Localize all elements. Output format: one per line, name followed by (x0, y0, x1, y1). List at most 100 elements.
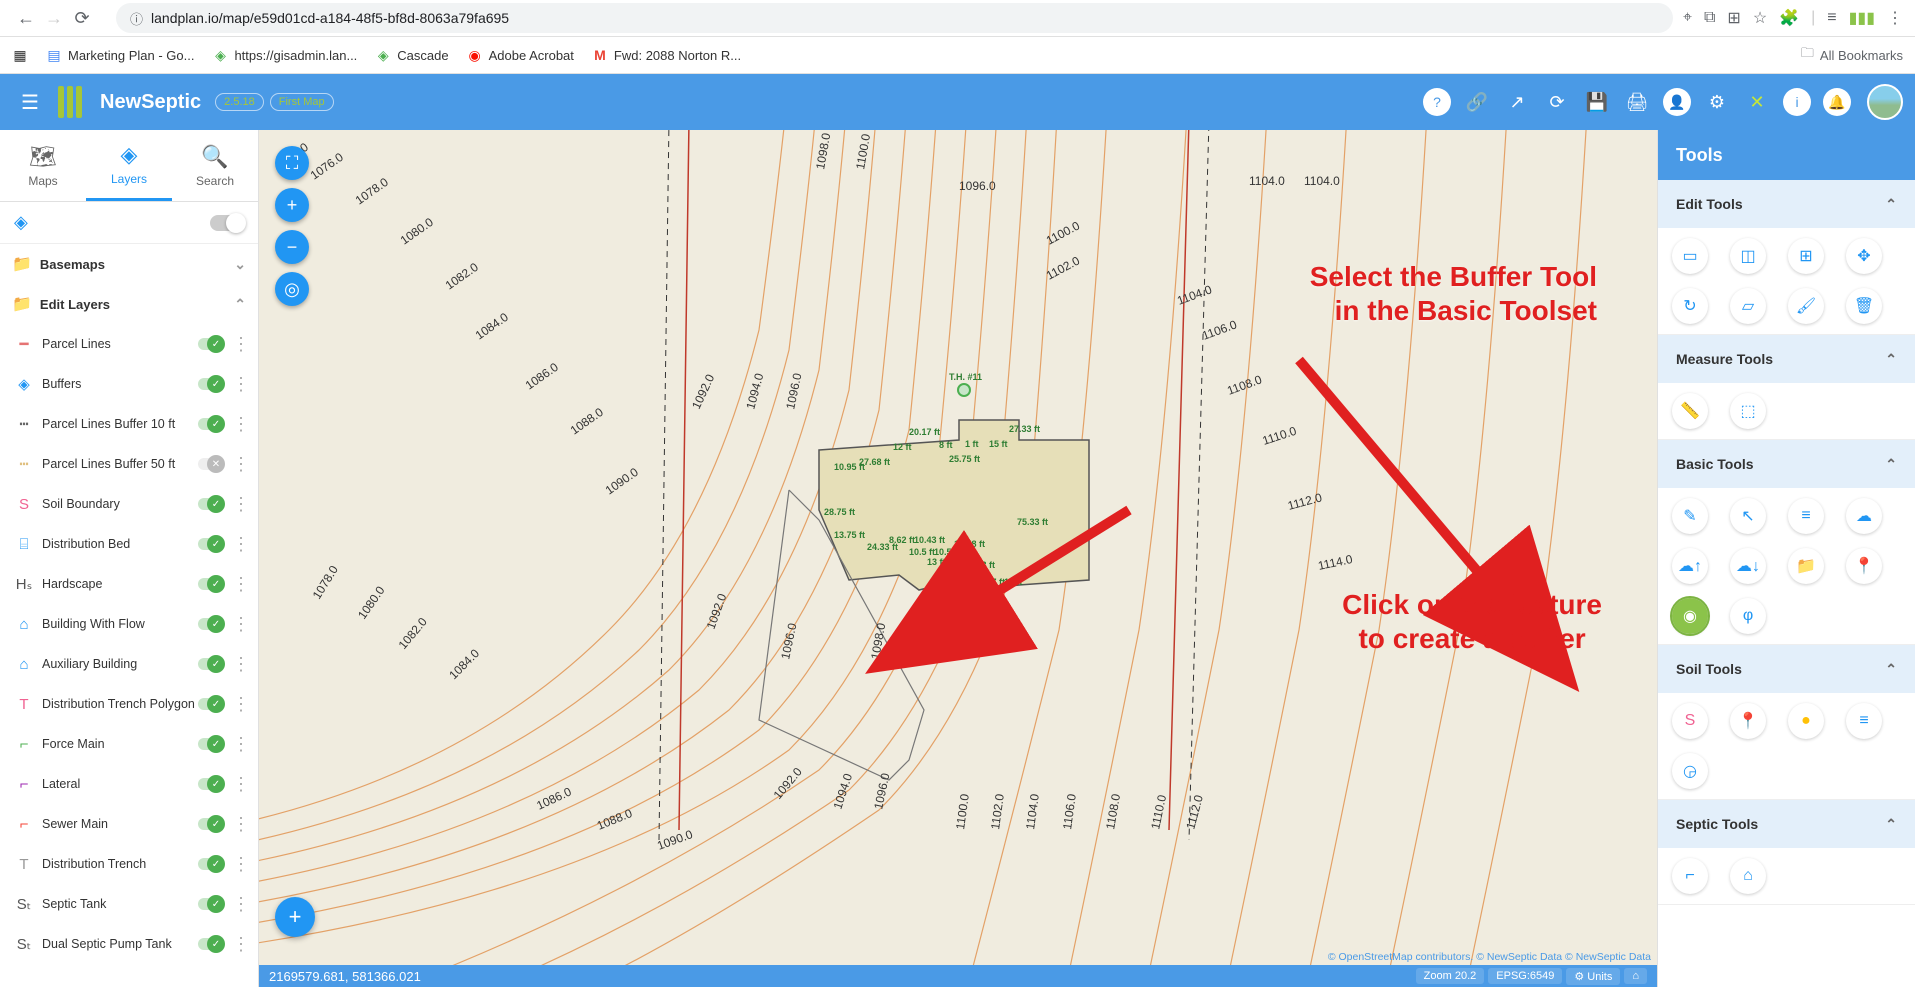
tab-layers[interactable]: ◈Layers (86, 130, 172, 201)
layer-toggle[interactable] (198, 378, 222, 390)
url-bar[interactable]: ⓘ landplan.io/map/e59d01cd-a184-48f5-bf8… (116, 3, 1673, 33)
measure-tools-header[interactable]: Measure Tools⌃ (1658, 335, 1915, 383)
epsg-readout[interactable]: EPSG:6549 (1488, 968, 1562, 984)
layer-item[interactable]: ┅ Parcel Lines Buffer 50 ft ⋮ (0, 444, 258, 484)
copy-tool[interactable]: ◫ (1730, 238, 1766, 274)
rotate-tool[interactable]: ↻ (1672, 288, 1708, 324)
open-external-icon[interactable]: ⧉ (1704, 9, 1715, 27)
accessibility-button[interactable]: 👤 (1663, 88, 1691, 116)
layer-toggle[interactable] (198, 698, 222, 710)
area-tool[interactable]: ⬚ (1730, 393, 1766, 429)
layer-toggle[interactable] (198, 938, 222, 950)
layer-item[interactable]: S Soil Boundary ⋮ (0, 484, 258, 524)
layer-menu-icon[interactable]: ⋮ (232, 815, 246, 833)
layer-menu-icon[interactable]: ⋮ (232, 935, 246, 953)
bookmark-star-icon[interactable]: ☆ (1753, 8, 1767, 28)
ext1-icon[interactable]: ≡ (1827, 9, 1836, 27)
print-button[interactable]: 🖨 (1617, 82, 1657, 122)
crop-tool[interactable]: ⊞ (1788, 238, 1824, 274)
bookmark-item[interactable]: ▤Marketing Plan - Go... (46, 47, 194, 63)
layer-item[interactable]: ━ Parcel Lines ⋮ (0, 324, 258, 364)
zoom-out-button[interactable]: − (275, 230, 309, 264)
apps-shortcut[interactable]: ▦ (12, 47, 28, 63)
layer-toggle[interactable] (198, 858, 222, 870)
info-button[interactable]: i (1783, 88, 1811, 116)
share-button[interactable]: ↗ (1497, 82, 1537, 122)
add-layer-button[interactable]: + (275, 897, 315, 937)
soil-list-tool[interactable]: ≡ (1846, 703, 1882, 739)
select-tool[interactable]: ▭ (1672, 238, 1708, 274)
bookmark-item[interactable]: ◈https://gisadmin.lan... (212, 47, 357, 63)
layer-menu-icon[interactable]: ⋮ (232, 335, 246, 353)
install-icon[interactable]: ⊞ (1727, 8, 1740, 28)
help-button[interactable]: ? (1423, 88, 1451, 116)
layer-item[interactable]: ⌐ Sewer Main ⋮ (0, 804, 258, 844)
edit-tools-header[interactable]: Edit Tools⌃ (1658, 180, 1915, 228)
ext2-icon[interactable]: ▮▮▮ (1849, 8, 1875, 28)
notifications-button[interactable]: 🔔 (1823, 88, 1851, 116)
layer-toggle[interactable] (198, 618, 222, 630)
home-button[interactable]: ⌂ (1624, 968, 1647, 984)
layer-group-basemaps[interactable]: 📁 Basemaps ⌄ (0, 244, 258, 284)
locate-button[interactable]: ◎ (275, 272, 309, 306)
layer-item[interactable]: ◈ Buffers ⋮ (0, 364, 258, 404)
cursor-tool[interactable]: ↖ (1730, 498, 1766, 534)
location-icon[interactable]: ⌖ (1683, 9, 1692, 27)
bookmark-item[interactable]: ◈Cascade (375, 47, 448, 63)
layer-menu-icon[interactable]: ⋮ (232, 375, 246, 393)
septic-tools-header[interactable]: Septic Tools⌃ (1658, 800, 1915, 848)
reload-button[interactable]: ⟳ (68, 4, 96, 32)
soil-3d-tool[interactable]: ◶ (1672, 753, 1708, 789)
link-button[interactable]: 🔗 (1457, 82, 1497, 122)
layer-menu-icon[interactable]: ⋮ (232, 415, 246, 433)
layer-toggle[interactable] (198, 458, 222, 470)
zoom-in-button[interactable]: + (275, 188, 309, 222)
septic-pipe-tool[interactable]: ⌐ (1672, 858, 1708, 894)
layer-toggle[interactable] (198, 818, 222, 830)
layer-toggle[interactable] (198, 498, 222, 510)
layer-item[interactable]: ┅ Parcel Lines Buffer 10 ft ⋮ (0, 404, 258, 444)
tab-search[interactable]: 🔍Search (172, 130, 258, 201)
basic-tools-header[interactable]: Basic Tools⌃ (1658, 440, 1915, 488)
layer-toggle[interactable] (198, 898, 222, 910)
layer-item[interactable]: Hₛ Hardscape ⋮ (0, 564, 258, 604)
layer-item[interactable]: Sₜ Dual Septic Pump Tank ⋮ (0, 924, 258, 964)
bookmark-item[interactable]: ◉Adobe Acrobat (467, 47, 574, 63)
layer-menu-icon[interactable]: ⋮ (232, 735, 246, 753)
layer-item[interactable]: Sₜ Septic Tank ⋮ (0, 884, 258, 924)
extensions-icon[interactable]: 🧩 (1779, 8, 1799, 28)
layer-toggle[interactable] (198, 338, 222, 350)
layer-menu-icon[interactable]: ⋮ (232, 575, 246, 593)
layer-toggle[interactable] (198, 778, 222, 790)
layer-menu-icon[interactable]: ⋮ (232, 615, 246, 633)
layers-master-toggle[interactable] (210, 215, 244, 231)
layer-menu-icon[interactable]: ⋮ (232, 655, 246, 673)
layer-group-editlayers[interactable]: 📁 Edit Layers ⌃ (0, 284, 258, 324)
buffer-tool[interactable]: ◉ (1672, 598, 1708, 634)
soil-tools-header[interactable]: Soil Tools⌃ (1658, 645, 1915, 693)
back-button[interactable]: ← (12, 4, 40, 32)
units-button[interactable]: ⚙ Units (1566, 968, 1620, 985)
map-canvas[interactable]: T.H. #11 20.17 ft 27.33 ft 12 ft 8 ft 1 … (259, 130, 1657, 987)
layer-toggle[interactable] (198, 578, 222, 590)
chrome-menu-icon[interactable]: ⋮ (1887, 8, 1903, 28)
pencil-tool[interactable]: ✎ (1672, 498, 1708, 534)
layer-menu-icon[interactable]: ⋮ (232, 695, 246, 713)
forward-button[interactable]: → (40, 4, 68, 32)
site-info-icon[interactable]: ⓘ (130, 9, 143, 28)
tab-maps[interactable]: 🗺Maps (0, 130, 86, 201)
layer-item[interactable]: ⌐ Lateral ⋮ (0, 764, 258, 804)
layer-item[interactable]: ⌂ Auxiliary Building ⋮ (0, 644, 258, 684)
layer-menu-icon[interactable]: ⋮ (232, 895, 246, 913)
delete-tool[interactable]: 🗑 (1846, 288, 1882, 324)
cloud-download-tool[interactable]: ☁↓ (1730, 548, 1766, 584)
brush-tool[interactable]: 🖌 (1788, 288, 1824, 324)
layer-toggle[interactable] (198, 738, 222, 750)
fullscreen-button[interactable]: ⛶ (275, 146, 309, 180)
image-tool[interactable]: ▱ (1730, 288, 1766, 324)
layer-toggle[interactable] (198, 658, 222, 670)
menu-button[interactable]: ☰ (12, 84, 48, 120)
bookmark-item[interactable]: MFwd: 2088 Norton R... (592, 47, 741, 63)
list-tool[interactable]: ≡ (1788, 498, 1824, 534)
septic-home-tool[interactable]: ⌂ (1730, 858, 1766, 894)
